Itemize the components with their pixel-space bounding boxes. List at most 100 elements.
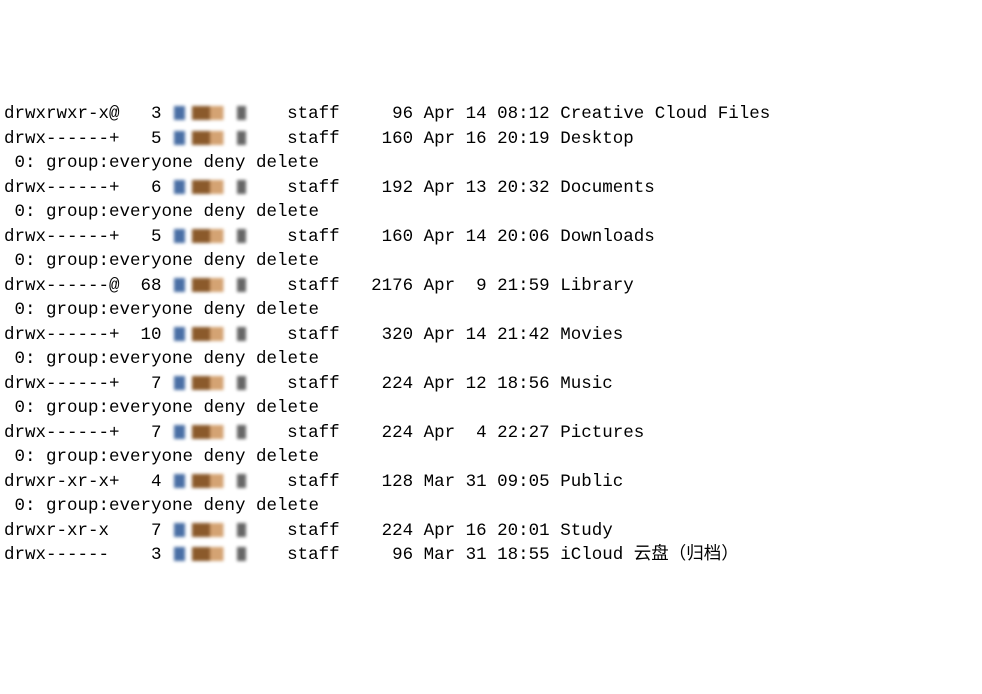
filename: Downloads	[560, 227, 655, 247]
date: Apr 4 22:27	[424, 423, 550, 443]
space	[120, 374, 131, 394]
date: Apr 16 20:19	[424, 129, 550, 149]
space	[550, 129, 561, 149]
filename: iCloud 云盘（归档）	[560, 545, 739, 565]
space	[413, 374, 424, 394]
links: 4	[130, 472, 162, 492]
space	[266, 423, 287, 443]
group: staff	[287, 545, 340, 565]
perms: drwx------+	[4, 129, 120, 149]
space	[162, 423, 173, 443]
space	[266, 545, 287, 565]
ls-row: drwx------+ 7 staff 224 Apr 12 18:56 Mus…	[4, 372, 978, 397]
space	[120, 472, 131, 492]
space	[266, 129, 287, 149]
space	[266, 178, 287, 198]
size: 128	[361, 472, 414, 492]
acl-line: 0: group:everyone deny delete	[4, 249, 978, 274]
space	[120, 104, 131, 124]
filename: Movies	[560, 325, 623, 345]
acl-line: 0: group:everyone deny delete	[4, 445, 978, 470]
space	[162, 104, 173, 124]
space	[120, 129, 131, 149]
filename: Documents	[560, 178, 655, 198]
space	[550, 178, 561, 198]
acl-line: 0: group:everyone deny delete	[4, 396, 978, 421]
perms: drwx------+	[4, 423, 120, 443]
ls-row: drwx------+ 10 staff 320 Apr 14 21:42 Mo…	[4, 323, 978, 348]
space	[340, 276, 361, 296]
owner-obscured	[174, 376, 264, 390]
space	[550, 374, 561, 394]
space	[413, 423, 424, 443]
acl-line: 0: group:everyone deny delete	[4, 298, 978, 323]
space	[550, 104, 561, 124]
space	[413, 521, 424, 541]
owner-obscured	[174, 131, 264, 145]
space	[120, 521, 131, 541]
space	[120, 423, 131, 443]
links: 6	[130, 178, 162, 198]
group: staff	[287, 129, 340, 149]
ls-row: drwx------+ 5 staff 160 Apr 16 20:19 Des…	[4, 127, 978, 152]
space	[162, 178, 173, 198]
perms: drwx------	[4, 545, 120, 565]
space	[162, 472, 173, 492]
space	[413, 276, 424, 296]
space	[266, 472, 287, 492]
space	[266, 276, 287, 296]
space	[413, 545, 424, 565]
space	[550, 423, 561, 443]
space	[340, 545, 361, 565]
ls-row: drwx------+ 7 staff 224 Apr 4 22:27 Pict…	[4, 421, 978, 446]
acl-line: 0: group:everyone deny delete	[4, 200, 978, 225]
date: Apr 12 18:56	[424, 374, 550, 394]
size: 160	[361, 227, 414, 247]
space	[413, 178, 424, 198]
links: 7	[130, 521, 162, 541]
filename: Desktop	[560, 129, 634, 149]
space	[413, 227, 424, 247]
size: 320	[361, 325, 414, 345]
owner-obscured	[174, 278, 264, 292]
perms: drwx------@	[4, 276, 120, 296]
group: staff	[287, 325, 340, 345]
space	[120, 276, 131, 296]
perms: drwxr-xr-x	[4, 521, 120, 541]
perms: drwx------+	[4, 374, 120, 394]
links: 7	[130, 423, 162, 443]
ls-row: drwx------ 3 staff 96 Mar 31 18:55 iClou…	[4, 543, 978, 568]
space	[550, 472, 561, 492]
date: Apr 14 21:42	[424, 325, 550, 345]
space	[120, 178, 131, 198]
ls-listing: drwxrwxr-x@ 3 staff 96 Apr 14 08:12 Crea…	[4, 102, 978, 568]
acl-line: 0: group:everyone deny delete	[4, 494, 978, 519]
size: 192	[361, 178, 414, 198]
group: staff	[287, 423, 340, 443]
ls-row: drwxrwxr-x@ 3 staff 96 Apr 14 08:12 Crea…	[4, 102, 978, 127]
links: 3	[130, 545, 162, 565]
links: 7	[130, 374, 162, 394]
space	[162, 521, 173, 541]
space	[340, 227, 361, 247]
space	[120, 545, 131, 565]
owner-obscured	[174, 474, 264, 488]
space	[413, 325, 424, 345]
links: 68	[130, 276, 162, 296]
date: Apr 13 20:32	[424, 178, 550, 198]
size: 224	[361, 374, 414, 394]
space	[266, 104, 287, 124]
filename: Music	[560, 374, 613, 394]
space	[550, 276, 561, 296]
space	[266, 227, 287, 247]
space	[340, 325, 361, 345]
space	[120, 325, 131, 345]
owner-obscured	[174, 523, 264, 537]
space	[413, 472, 424, 492]
space	[550, 325, 561, 345]
owner-obscured	[174, 180, 264, 194]
acl-line: 0: group:everyone deny delete	[4, 151, 978, 176]
perms: drwxrwxr-x@	[4, 104, 120, 124]
filename: Study	[560, 521, 613, 541]
ls-row: drwxr-xr-x+ 4 staff 128 Mar 31 09:05 Pub…	[4, 470, 978, 495]
